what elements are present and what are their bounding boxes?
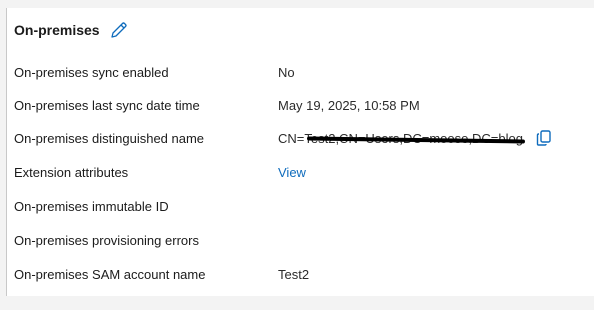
distinguished-name-value-wrap: CN=Test2,CN=Users,DC=moose,DC=blog (278, 131, 525, 146)
row-immutable-id: On-premises immutable ID (14, 196, 278, 216)
row-label: On-premises immutable ID (14, 198, 169, 214)
row-sam-account-name: On-premises SAM account name Test2 (14, 264, 309, 284)
on-premises-panel: On-premises On-premises sync enabled No … (6, 8, 594, 296)
row-label: On-premises last sync date time (14, 97, 200, 113)
row-sync-enabled: On-premises sync enabled No (14, 62, 295, 82)
row-distinguished-name: On-premises distinguished name CN=Test2,… (14, 128, 553, 148)
row-value: No (278, 64, 295, 80)
row-label: On-premises provisioning errors (14, 232, 199, 248)
section-header: On-premises (14, 18, 129, 42)
row-label: On-premises distinguished name (14, 130, 205, 146)
row-last-sync: On-premises last sync date time May 19, … (14, 95, 420, 115)
view-link[interactable]: View (278, 165, 306, 180)
row-label: On-premises SAM account name (14, 266, 206, 282)
row-label: On-premises sync enabled (14, 64, 169, 80)
row-value: Test2 (278, 266, 310, 282)
section-title: On-premises (14, 22, 100, 38)
row-extension-attributes: Extension attributes View (14, 162, 306, 182)
pencil-icon[interactable] (109, 20, 129, 40)
row-label: Extension attributes (14, 164, 129, 180)
copy-icon[interactable] (535, 129, 553, 147)
row-provisioning-errors: On-premises provisioning errors (14, 230, 278, 250)
row-value: May 19, 2025, 10:58 PM (278, 97, 420, 113)
